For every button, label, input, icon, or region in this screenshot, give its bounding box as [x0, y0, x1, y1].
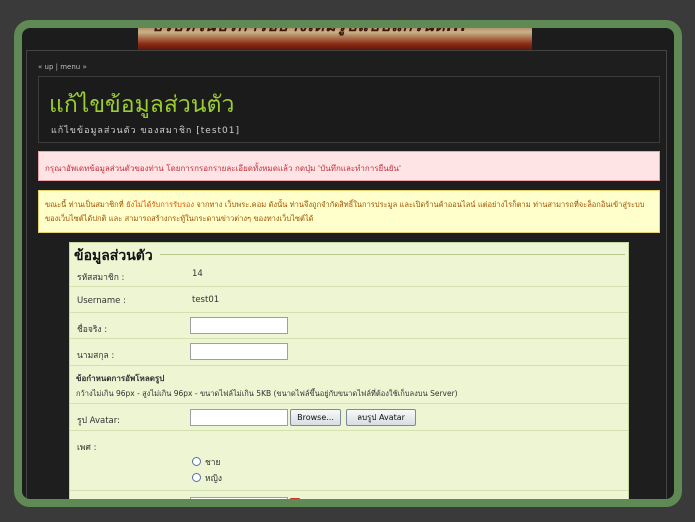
site-banner: บริษัทในบริการอย่างเต็มรูปแบบแกรนด์...: [138, 20, 532, 54]
menu-link[interactable]: menu »: [60, 63, 87, 71]
member-id-label: รหัสสมาชิก :: [77, 273, 125, 283]
birthdate-input[interactable]: [190, 497, 288, 499]
warn-text-before: ขณะนี้ ท่านเป็นสมาชิกที่: [45, 200, 127, 209]
browse-button[interactable]: Browse...: [290, 409, 341, 426]
update-info-notice: กรุณาอัพเดทข้อมูลส่วนตัวของท่าน โดยการกร…: [38, 151, 660, 181]
unverified-member-notice: ขณะนี้ ท่านเป็นสมาชิกที่ ยังไม่ได้รับการ…: [38, 190, 660, 233]
top-navigation: « up | menu »: [38, 63, 87, 71]
username-value: test01: [192, 295, 220, 305]
gender-male-label: ชาย: [205, 458, 221, 468]
calendar-icon[interactable]: [290, 498, 300, 499]
warn-text-highlight: ยังไม่ได้รับการรับรอง: [126, 200, 195, 209]
legend-divider: [160, 254, 625, 255]
outer-frame: บริษัทในบริการอย่างเต็มรูปแบบแกรนด์... «…: [14, 20, 682, 507]
firstname-row: ชื่อจริง :: [70, 313, 628, 339]
gender-row: เพศ : ชาย หญิง: [70, 431, 628, 491]
member-id-value: 14: [192, 269, 203, 279]
member-id-row: รหัสสมาชิก : 14: [70, 261, 628, 287]
lastname-row: นามสกุล :: [70, 339, 628, 366]
gender-label: เพศ :: [77, 443, 97, 453]
username-label: Username :: [77, 296, 126, 306]
birthdate-row: [70, 491, 628, 499]
username-row: Username : test01: [70, 287, 628, 313]
update-info-text: กรุณาอัพเดทข้อมูลส่วนตัวของท่าน โดยการกร…: [45, 164, 402, 173]
lastname-label: นามสกุล :: [77, 351, 115, 361]
page-title: แก้ไขข้อมูลส่วนตัว: [49, 92, 235, 118]
page-subtitle: แก้ไขข้อมูลส่วนตัว ของสมาชิก [test01]: [51, 126, 241, 136]
avatar-label: รูป Avatar:: [77, 416, 120, 426]
gender-female-radio[interactable]: [192, 473, 201, 482]
upload-rules-title: ข้อกำหนดการอัพโหลดรูป: [76, 374, 165, 383]
upload-rules-row: ข้อกำหนดการอัพโหลดรูป กว้างไม่เกิน 96px …: [70, 366, 628, 404]
banner-text: บริษัทในบริการอย่างเต็มรูปแบบแกรนด์...: [152, 20, 468, 35]
firstname-input[interactable]: [190, 317, 288, 334]
page-panel: « up | menu » แก้ไขข้อมูลส่วนตัว แก้ไขข้…: [26, 50, 667, 499]
gender-male-radio[interactable]: [192, 457, 201, 466]
nav-separator: |: [55, 63, 58, 71]
upload-rules-hint: กว้างไม่เกิน 96px - สูงไม่เกิน 96px - ขน…: [76, 389, 458, 398]
lastname-input[interactable]: [190, 343, 288, 360]
firstname-label: ชื่อจริง :: [77, 325, 108, 335]
gender-female-label: หญิง: [205, 474, 222, 484]
avatar-file-input[interactable]: [190, 409, 288, 426]
up-link[interactable]: « up: [38, 63, 53, 71]
avatar-row: รูป Avatar: Browse... ลบรูป Avatar: [70, 404, 628, 431]
profile-form: ข้อมูลส่วนตัว รหัสสมาชิก : 14 Username :…: [69, 242, 629, 499]
page-header: แก้ไขข้อมูลส่วนตัว แก้ไขข้อมูลส่วนตัว ขอ…: [38, 76, 660, 143]
delete-avatar-button[interactable]: ลบรูป Avatar: [346, 409, 416, 426]
